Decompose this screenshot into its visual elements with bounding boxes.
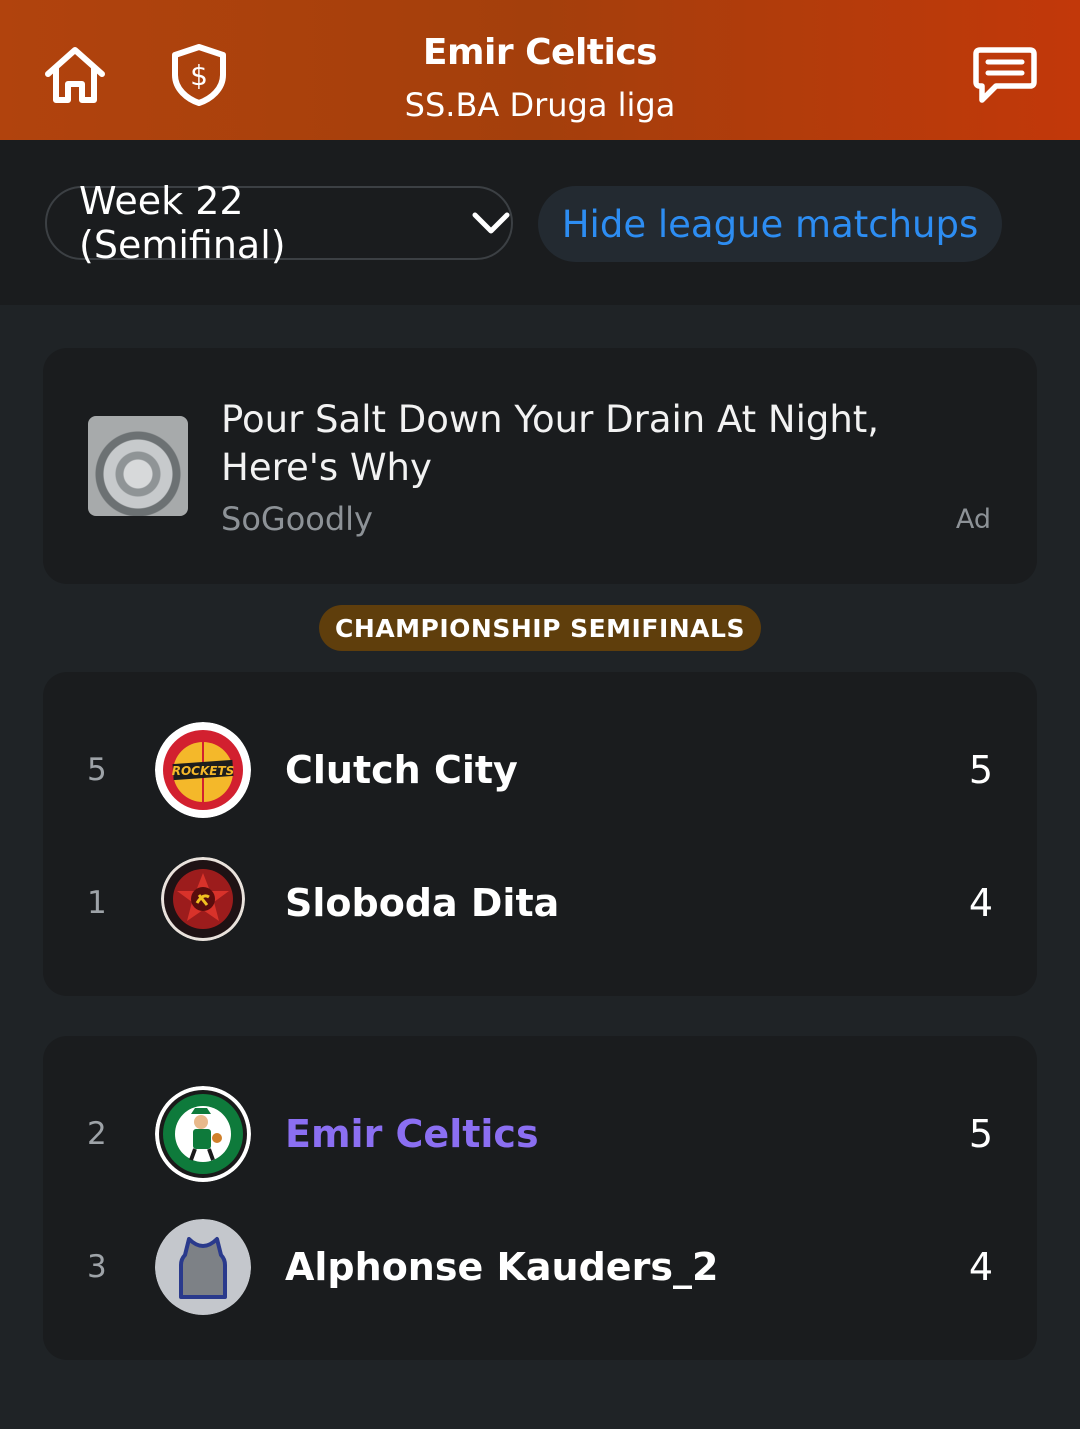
svg-text:ROCKETS: ROCKETS: [172, 764, 235, 778]
chevron-down-icon: [471, 210, 511, 236]
team-seed: 5: [87, 752, 107, 788]
round-badge: CHAMPIONSHIP SEMIFINALS: [319, 605, 761, 651]
team-score: 5: [968, 748, 993, 792]
chat-icon[interactable]: [970, 40, 1040, 110]
team-seed: 3: [87, 1249, 107, 1285]
team-row[interactable]: 2 Emir Celtics 5: [43, 1084, 1037, 1184]
ad-thumbnail-image[interactable]: [88, 416, 188, 516]
red-star-logo: [161, 857, 245, 941]
jersey-logo: [155, 1219, 251, 1315]
team-row[interactable]: 1 Sloboda Dita 4: [43, 853, 1037, 953]
league-subtitle: SS.BA Druga liga: [404, 86, 676, 124]
team-score: 4: [968, 881, 993, 925]
team-name[interactable]: Clutch City: [285, 720, 518, 820]
ad-source: SoGoodly: [221, 500, 373, 538]
rockets-logo: ROCKETS: [155, 722, 251, 818]
week-label: Week 22 (Semifinal): [79, 179, 286, 267]
team-row[interactable]: 5 ROCKETS Clutch City 5: [43, 720, 1037, 820]
ad-card[interactable]: Pour Salt Down Your Drain At Night, Here…: [43, 348, 1037, 584]
matchup-card[interactable]: 5 ROCKETS Clutch City 5 1 Sloboda Dita 4: [43, 672, 1037, 996]
ad-headline[interactable]: Pour Salt Down Your Drain At Night, Here…: [221, 396, 1001, 492]
app-header: $ Emir Celtics SS.BA Druga liga: [0, 0, 1080, 140]
celtics-logo: [155, 1086, 251, 1182]
team-seed: 2: [87, 1116, 107, 1152]
matchup-card[interactable]: 2 Emir Celtics 5 3 Alphonse Kauders_2 4: [43, 1036, 1037, 1360]
team-name-current-user[interactable]: Emir Celtics: [285, 1084, 539, 1184]
team-seed: 1: [87, 885, 107, 921]
team-name[interactable]: Alphonse Kauders_2: [285, 1217, 718, 1317]
week-selector[interactable]: Week 22 (Semifinal): [45, 179, 513, 267]
team-row[interactable]: 3 Alphonse Kauders_2 4: [43, 1217, 1037, 1317]
team-score: 4: [968, 1245, 993, 1289]
team-title: Emir Celtics: [422, 32, 658, 73]
team-score: 5: [968, 1112, 993, 1156]
hide-league-matchups-button[interactable]: Hide league matchups: [538, 186, 1002, 262]
ad-label: Ad: [955, 504, 991, 535]
team-name[interactable]: Sloboda Dita: [285, 853, 559, 953]
matchup-toolbar: Week 22 (Semifinal) Hide league matchups: [0, 140, 1080, 305]
